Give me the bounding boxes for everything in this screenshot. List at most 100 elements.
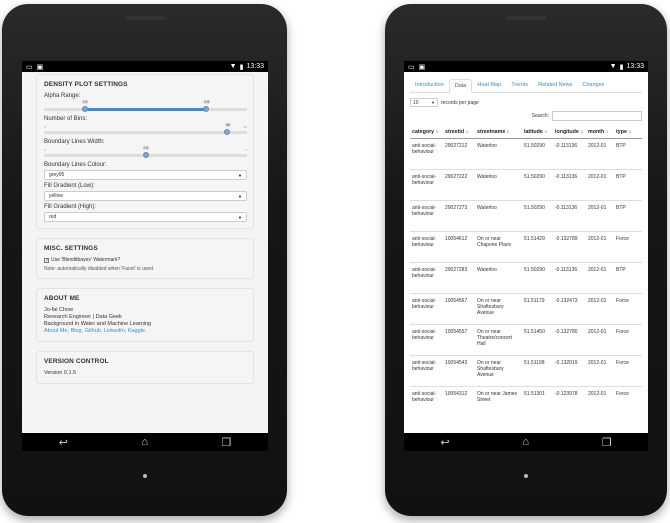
table-cell: 10054312 xyxy=(443,386,475,418)
table-cell: Force xyxy=(614,386,642,418)
table-cell: Force xyxy=(614,293,642,325)
sort-icon: ⇅ xyxy=(605,130,609,134)
table-cell: 2012-01 xyxy=(586,293,614,325)
watermark-checkbox[interactable]: ✓ xyxy=(44,257,49,263)
table-cell: 51.51450 xyxy=(522,324,553,356)
tab-data[interactable]: Data xyxy=(448,79,473,93)
column-header[interactable]: latitude ⇅ xyxy=(522,126,553,139)
alpha-low-tip: 0.2 xyxy=(81,100,89,104)
alpha-low-handle[interactable] xyxy=(81,106,88,112)
about-heading: ABOUT ME xyxy=(44,295,80,302)
tab-related-news[interactable]: Related News xyxy=(533,79,577,93)
misc-heading: MISC. SETTINGS xyxy=(44,245,98,252)
sort-icon: ⇅ xyxy=(465,130,469,134)
tab-trends[interactable]: Trends xyxy=(506,79,533,93)
table-cell: -0.132780 xyxy=(553,324,586,356)
table-cell: Waterloo xyxy=(475,169,522,201)
back-icon[interactable]: ↩ xyxy=(440,436,449,449)
table-row: anti-social-behaviour 29027273 Waterloo 51.… xyxy=(410,200,642,232)
link-about-me[interactable]: About Me xyxy=(44,328,68,334)
column-header[interactable]: category ⇅ xyxy=(410,126,443,139)
table-cell: On or near Theatre/concert Hall xyxy=(475,324,522,356)
records-per-page-label: records per page xyxy=(441,99,479,106)
table-row: anti-social-behaviour 10054557 On or near … xyxy=(410,324,642,356)
table-body: anti-social-behaviour 29027212 Waterloo 51.… xyxy=(410,138,642,418)
column-header[interactable]: month ⇅ xyxy=(586,126,614,139)
battery-icon: ▮ xyxy=(239,63,244,71)
tablet-left: ▭ ▣ ▼ ▮ 13:33 DENSITY PLOT SETTINGS Alph… xyxy=(2,4,287,516)
table-row: anti-social-behaviour 10054567 On or near … xyxy=(410,293,642,325)
table-cell: BTP xyxy=(614,200,642,232)
tab-heat-map[interactable]: Heat Map xyxy=(472,79,506,93)
table-cell: Waterloo xyxy=(475,262,522,294)
watermark-label: Use 'Blenditbayes' Watermark? xyxy=(51,257,121,263)
link-github[interactable]: Github xyxy=(85,328,101,334)
table-cell: -0.113136 xyxy=(553,262,586,294)
table-cell: 29027273 xyxy=(443,200,475,232)
table-cell: 51.51301 xyxy=(522,386,553,418)
left-screen: ▭ ▣ ▼ ▮ 13:33 DENSITY PLOT SETTINGS Alph… xyxy=(22,61,268,451)
status-bar: ▭ ▣ ▼ ▮ 13:33 xyxy=(22,61,268,72)
nav-bar: ↩ ⌂ ❐ xyxy=(404,433,648,451)
column-header[interactable]: streetname ⇅ xyxy=(475,126,522,139)
lines-handle[interactable] xyxy=(142,152,149,158)
colour-value: grey95 xyxy=(49,172,65,178)
tab-bar: Introduction Data Heat Map Trends Relate… xyxy=(410,79,642,93)
link-blog[interactable]: Blog xyxy=(71,328,82,334)
link-kaggle[interactable]: Kaggle xyxy=(128,328,145,334)
table-cell: -0.132789 xyxy=(553,231,586,263)
recents-icon[interactable]: ❐ xyxy=(602,436,612,449)
table-cell: 10054612 xyxy=(443,231,475,263)
table-cell: On or near Chapone Place xyxy=(475,231,522,263)
lines-width-slider[interactable]: 0 1 0.5 xyxy=(44,146,247,159)
tab-introduction[interactable]: Introduction xyxy=(410,79,449,93)
watermark-checkbox-row[interactable]: ✓ Use 'Blenditbayes' Watermark? xyxy=(44,257,247,263)
table-cell: 2012-01 xyxy=(586,169,614,201)
table-row: anti-social-behaviour 29027283 Waterloo 51.… xyxy=(410,262,642,294)
high-gradient-label: Fill Gradient (High): xyxy=(44,204,97,210)
table-cell: Force xyxy=(614,355,642,387)
search-input[interactable] xyxy=(552,111,642,121)
high-gradient-value: red xyxy=(49,214,57,220)
high-gradient-select[interactable]: red ▼ xyxy=(44,212,247,222)
gallery-icon: ▣ xyxy=(36,63,44,71)
low-gradient-select[interactable]: yellow ▼ xyxy=(44,191,247,201)
column-header[interactable]: type ⇅ xyxy=(614,126,642,139)
slider-track xyxy=(44,131,247,134)
author-name: Jo-fai Chow xyxy=(44,307,74,313)
bins-slider[interactable]: 0 50 45 xyxy=(44,123,247,136)
about-panel: ABOUT ME Jo-fai Chow Research Engineer |… xyxy=(36,288,254,342)
sort-icon: ⇅ xyxy=(628,130,632,134)
author-role: Research Engineer | Data Geek xyxy=(44,314,122,320)
lines-tip: 0.5 xyxy=(142,146,150,150)
table-cell: 51.50290 xyxy=(522,200,553,232)
data-table: category ⇅ streetid ⇅ streetname ⇅ latit… xyxy=(410,126,642,418)
bins-handle[interactable] xyxy=(223,129,230,135)
table-cell: 10054543 xyxy=(443,355,475,387)
colour-select[interactable]: grey95 ▼ xyxy=(44,170,247,180)
table-cell: anti-social-behaviour xyxy=(410,200,443,232)
home-icon[interactable]: ⌂ xyxy=(141,436,148,448)
density-heading: DENSITY PLOT SETTINGS xyxy=(44,81,128,88)
tab-changes[interactable]: Changes xyxy=(577,79,609,93)
wifi-icon: ▼ xyxy=(229,63,237,70)
home-icon[interactable]: ⌂ xyxy=(522,436,529,448)
back-icon[interactable]: ↩ xyxy=(59,436,68,449)
alpha-high-handle[interactable] xyxy=(203,106,210,112)
link-linkedin[interactable]: LinkedIn xyxy=(104,328,125,334)
column-header[interactable]: longitude ⇅ xyxy=(553,126,586,139)
bins-tip: 45 xyxy=(224,123,231,127)
alpha-high-tip: 0.8 xyxy=(203,100,211,104)
version-panel: VERSION CONTROL Version 0.1.5 xyxy=(36,351,254,384)
column-header[interactable]: streetid ⇅ xyxy=(443,126,475,139)
table-cell: Force xyxy=(614,231,642,263)
table-cell: 10054567 xyxy=(443,293,475,325)
recents-icon[interactable]: ❐ xyxy=(221,436,231,449)
table-row: anti-social-behaviour 10054543 On or near … xyxy=(410,355,642,387)
records-per-page-select[interactable]: 10 ▼ xyxy=(410,98,438,107)
table-cell: -0.113136 xyxy=(553,169,586,201)
table-cell: 2012-01 xyxy=(586,262,614,294)
alpha-range-slider[interactable]: 0.2 0.8 xyxy=(44,100,247,113)
bins-label: Number of Bins: xyxy=(44,116,88,122)
table-cell: -0.123978 xyxy=(553,386,586,418)
